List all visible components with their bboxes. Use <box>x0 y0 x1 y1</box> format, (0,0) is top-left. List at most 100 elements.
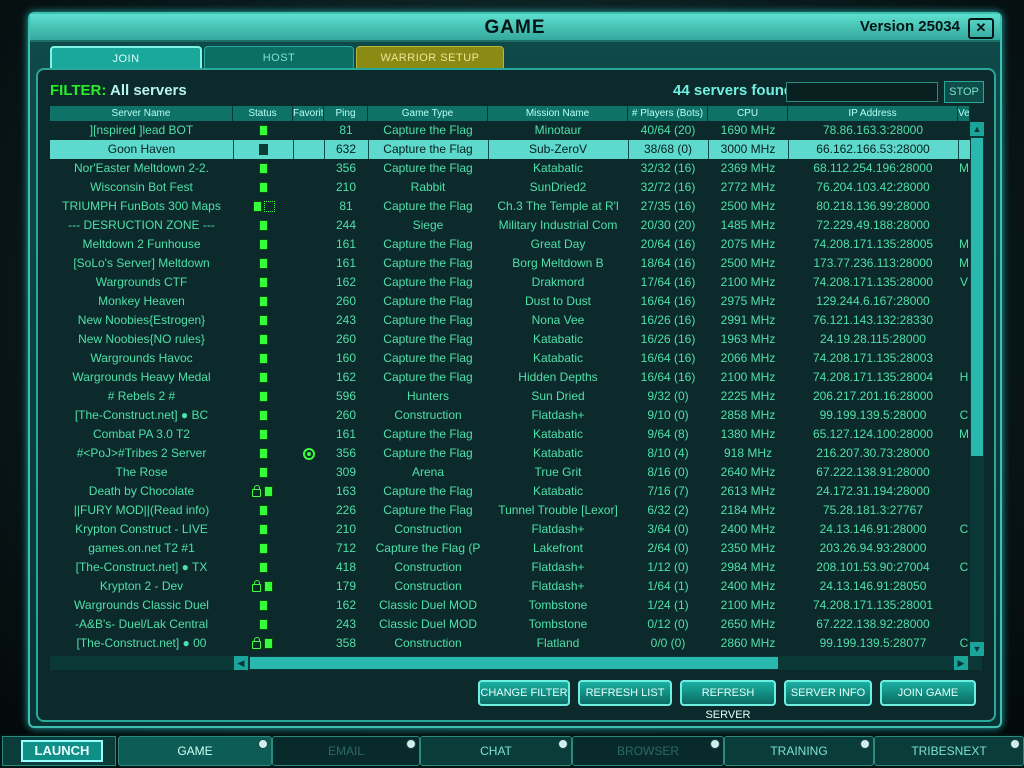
server-info-button[interactable]: SERVER INFO <box>784 680 872 706</box>
hscroll-thumb[interactable] <box>250 657 778 669</box>
server-icon <box>258 448 268 460</box>
cell-ping: 161 <box>335 256 357 270</box>
status-cell <box>233 273 293 292</box>
change-filter-button[interactable]: CHANGE FILTER <box>478 680 570 706</box>
bottom-tab-browser[interactable]: BROWSER <box>572 736 724 766</box>
table-row[interactable]: -A&B's- Duel/Lak Central 243 Classic Duel … <box>50 615 970 634</box>
cell-players: 7/16 (7) <box>647 484 689 498</box>
refresh-list-button[interactable]: REFRESH LIST <box>578 680 672 706</box>
cell-cpu: 2100 MHz <box>720 598 776 612</box>
table-row[interactable]: Wargrounds Classic Duel 162 Classic Duel M… <box>50 596 970 615</box>
table-row[interactable]: New Noobies{Estrogen} 243 Capture the Flag… <box>50 311 970 330</box>
column-header[interactable]: Mission Name <box>488 106 628 121</box>
table-row[interactable]: ][nspired ]lead BOT 81 Capture the Flag Min… <box>50 121 970 140</box>
table-row[interactable]: [SoLo's Server] Meltdown 161 Capture the F… <box>50 254 970 273</box>
server-icon <box>264 581 273 593</box>
cell-ip: 99.199.139.5:28077 <box>819 636 927 650</box>
scroll-thumb[interactable] <box>971 138 983 456</box>
close-icon[interactable]: ✕ <box>968 18 994 39</box>
tab-host[interactable]: HOST <box>204 46 354 70</box>
bottom-tab-email[interactable]: EMAIL <box>272 736 420 766</box>
column-header[interactable]: Favorites <box>293 106 324 121</box>
table-row[interactable]: Nor'Easter Meltdown 2-2. 356 Capture the F… <box>50 159 970 178</box>
cell-type: Construction <box>394 522 462 536</box>
cell-cpu: 2350 MHz <box>720 541 776 555</box>
cell-players: 32/72 (16) <box>640 180 696 194</box>
launch-button[interactable]: LAUNCH <box>21 740 103 762</box>
column-header[interactable]: CPU <box>708 106 788 121</box>
favorite-cell <box>293 197 324 216</box>
join-game-button[interactable]: JOIN GAME <box>880 680 976 706</box>
vertical-scrollbar[interactable]: ▲ ▼ <box>970 122 984 656</box>
table-row[interactable]: [The-Construct.net] ● BC 260 Construction F… <box>50 406 970 425</box>
table-row[interactable]: Wargrounds Heavy Medal 162 Capture the Fla… <box>50 368 970 387</box>
cell-ip: 74.208.171.135:28001 <box>812 598 934 612</box>
cell-type: Capture the Flag <box>383 370 473 384</box>
cell-name: Nor'Easter Meltdown 2-2. <box>73 161 209 175</box>
server-icon <box>258 239 268 251</box>
cell-cpu: 1380 MHz <box>720 427 776 441</box>
column-header[interactable]: # Players (Bots) <box>628 106 708 121</box>
table-row[interactable]: TRIUMPH FunBots 300 Maps 81 Capture the Fl… <box>50 197 970 216</box>
server-icon <box>258 467 268 479</box>
column-header[interactable]: Status <box>233 106 293 121</box>
table-row[interactable]: Krypton 2 - Dev 179 Construction Flatdash+ 1… <box>50 577 970 596</box>
table-row[interactable]: Krypton Construct - LIVE 210 Construction F… <box>50 520 970 539</box>
cell-players: 9/64 (8) <box>647 427 689 441</box>
refresh-server-button[interactable]: REFRESH SERVER <box>680 680 776 721</box>
tab-warrior-setup[interactable]: WARRIOR SETUP <box>356 46 504 70</box>
table-row[interactable]: The Rose 309 Arena True Grit 8/16 (0) 2640 MH… <box>50 463 970 482</box>
table-row[interactable]: Wisconsin Bot Fest 210 Rabbit SunDried2 32/7… <box>50 178 970 197</box>
cell-ip: 75.28.181.3:27767 <box>822 503 924 517</box>
cell-ver <box>958 482 970 501</box>
bottom-tab-game[interactable]: GAME <box>118 736 272 766</box>
table-row[interactable]: games.on.net T2 #1 712 Capture the Flag (P… <box>50 539 970 558</box>
column-header[interactable]: Game Type <box>368 106 488 121</box>
column-header[interactable]: Version <box>958 106 970 121</box>
scroll-up-icon[interactable]: ▲ <box>970 122 984 136</box>
search-input[interactable] <box>786 82 938 102</box>
table-row[interactable]: ||FURY MOD||(Read info) 226 Capture the Fl… <box>50 501 970 520</box>
scroll-left-icon[interactable]: ◀ <box>234 656 248 670</box>
table-row[interactable]: Wargrounds CTF 162 Capture the Flag Drakmor… <box>50 273 970 292</box>
table-row[interactable]: --- DESRUCTION ZONE --- 244 Siege Military … <box>50 216 970 235</box>
column-header[interactable]: IP Address <box>788 106 958 121</box>
bottom-tab-chat[interactable]: CHAT <box>420 736 572 766</box>
tab-knob-icon <box>1010 739 1020 749</box>
bottom-tab-tribesnext[interactable]: TRIBESNEXT <box>874 736 1024 766</box>
server-icon <box>258 505 268 517</box>
cell-name: [SoLo's Server] Meltdown <box>73 256 210 270</box>
status-cell <box>233 501 293 520</box>
scroll-right-icon[interactable]: ▶ <box>954 656 968 670</box>
status-cell <box>233 615 293 634</box>
table-row[interactable]: [The-Construct.net] ● TX 418 Construction F… <box>50 558 970 577</box>
column-header[interactable]: Ping <box>324 106 368 121</box>
cell-ver: C <box>959 408 969 422</box>
horizontal-scrollbar[interactable]: ◀ ▶ <box>50 656 982 670</box>
table-row[interactable]: Wargrounds Havoc 160 Capture the Flag Katab… <box>50 349 970 368</box>
table-row[interactable]: New Noobies{NO rules} 260 Capture the Flag… <box>50 330 970 349</box>
table-row[interactable]: Monkey Heaven 260 Capture the Flag Dust to … <box>50 292 970 311</box>
table-row[interactable]: [The-Construct.net] ● 00 358 Construction F… <box>50 634 970 653</box>
table-row[interactable]: Goon Haven 632 Capture the Flag Sub-ZeroV 38… <box>50 140 970 159</box>
server-icon <box>258 220 268 232</box>
cell-mission: SunDried2 <box>529 180 587 194</box>
status-cell <box>233 368 293 387</box>
cell-ver: C <box>959 636 969 650</box>
table-row[interactable]: Meltdown 2 Funhouse 161 Capture the Flag Gr… <box>50 235 970 254</box>
bottom-tab-training[interactable]: TRAINING <box>724 736 874 766</box>
table-row[interactable]: Combat PA 3.0 T2 161 Capture the Flag Katab… <box>50 425 970 444</box>
cell-type: Capture the Flag <box>383 199 473 213</box>
cell-type: Capture the Flag <box>383 446 473 460</box>
launch-menu[interactable]: LAUNCH <box>2 736 116 766</box>
table-row[interactable]: #<PoJ>#Tribes 2 Server 356 Capture the Fla… <box>50 444 970 463</box>
cell-cpu: 3000 MHz <box>708 140 789 159</box>
stop-button[interactable]: STOP <box>944 81 984 103</box>
cell-ping: 260 <box>335 294 357 308</box>
cell-cpu: 2650 MHz <box>720 617 776 631</box>
column-header[interactable]: Server Name <box>50 106 233 121</box>
table-row[interactable]: Death by Chocolate 163 Capture the Flag Kat… <box>50 482 970 501</box>
table-row[interactable]: # Rebels 2 # 596 Hunters Sun Dried 9/32 (0) 2… <box>50 387 970 406</box>
scroll-down-icon[interactable]: ▼ <box>970 642 984 656</box>
server-icon <box>258 543 268 555</box>
